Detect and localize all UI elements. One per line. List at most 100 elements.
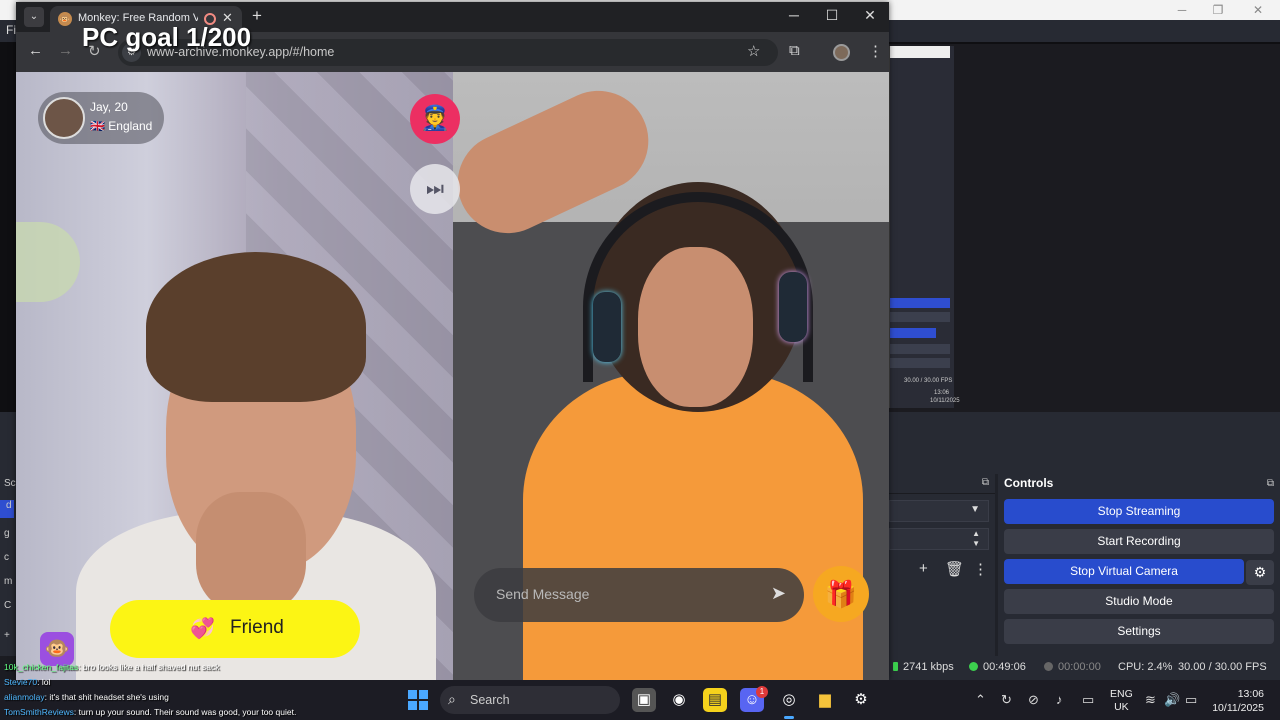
bitrate-value: 2741 kbps bbox=[903, 661, 954, 673]
clock-date: 10/11/2025 bbox=[1212, 702, 1264, 714]
sources-dock: ⧉ ▼ ▲ ▼ + 🗑 ⋮ bbox=[889, 474, 995, 656]
message-input[interactable] bbox=[496, 584, 756, 604]
headphone-left bbox=[593, 292, 621, 362]
minimize-icon[interactable]: ─ bbox=[784, 7, 804, 23]
microphone-icon[interactable]: ♪ bbox=[1056, 692, 1063, 707]
scene-item[interactable]: C bbox=[4, 600, 11, 611]
camera-off-icon[interactable]: ⊘ bbox=[1028, 692, 1039, 708]
chat-text: : it's that shit headset she's using bbox=[44, 692, 169, 702]
add-friend-button[interactable]: 💞 Friend bbox=[110, 600, 360, 658]
source-combo[interactable]: ▼ bbox=[889, 500, 989, 522]
search-icon: ⌕ bbox=[448, 691, 456, 707]
partner-country: 🇬🇧 England bbox=[90, 119, 153, 133]
bitrate-status: 2741 kbps bbox=[893, 661, 954, 673]
forward-icon[interactable]: → bbox=[58, 42, 73, 59]
virtual-camera-gear-icon[interactable]: ⚙ bbox=[1246, 560, 1274, 585]
obs-close-icon[interactable]: ✕ bbox=[1246, 2, 1270, 18]
scene-item-selected[interactable]: d bbox=[0, 500, 14, 518]
police-icon: 👮 bbox=[420, 105, 450, 132]
report-button[interactable]: 👮 bbox=[410, 94, 460, 144]
source-spinbox[interactable]: ▲ ▼ bbox=[889, 528, 989, 550]
send-icon[interactable]: ➤ bbox=[771, 583, 786, 604]
partner-profile-chip[interactable]: Jay, 20 🇬🇧 England bbox=[38, 92, 164, 144]
avatar bbox=[43, 97, 85, 139]
language-code: ENG bbox=[1110, 688, 1133, 700]
profile-avatar[interactable] bbox=[833, 44, 850, 61]
steam-icon[interactable]: ⚙ bbox=[849, 688, 873, 712]
cpu-status: CPU: 2.4% bbox=[1118, 661, 1173, 673]
chat-message: 10k_chicken_fajitas: bro looks like a ha… bbox=[4, 662, 219, 672]
dock-float-icon[interactable]: ⧉ bbox=[982, 477, 989, 488]
person-shirt bbox=[523, 372, 863, 680]
obs-statusbar: 2741 kbps 00:49:06 00:00:00 CPU: 2.4% 30… bbox=[889, 656, 1280, 680]
lamp bbox=[16, 222, 80, 302]
chrome-icon[interactable]: ◎ bbox=[777, 688, 801, 719]
discord-notification-badge: 1 bbox=[756, 686, 768, 698]
monkey-favicon-icon: 🐵 bbox=[58, 12, 72, 26]
maximize-icon[interactable]: ☐ bbox=[822, 7, 842, 24]
mini-time: 13:06 bbox=[934, 390, 950, 396]
windows-start-icon[interactable] bbox=[408, 690, 428, 710]
obs-app-icon[interactable]: ◉ bbox=[667, 688, 691, 712]
refresh-tray-icon[interactable]: ↻ bbox=[1001, 692, 1012, 708]
settings-button[interactable]: Settings bbox=[1004, 619, 1274, 644]
gift-button[interactable]: 🎁 bbox=[813, 566, 869, 622]
chat-message: Stevie70: lol bbox=[4, 677, 50, 687]
chevron-up-icon[interactable]: ⌃ bbox=[975, 692, 986, 708]
stream-goal-overlay: PC goal 1/200 bbox=[82, 22, 252, 52]
obs-minimize-icon[interactable]: ─ bbox=[1170, 2, 1194, 18]
chat-user: Stevie70 bbox=[4, 677, 38, 687]
stream-chat-overlay: 10k_chicken_fajitas: bro looks like a ha… bbox=[0, 660, 310, 720]
taskbar-search-label: Search bbox=[470, 693, 510, 707]
studio-mode-button[interactable]: Studio Mode bbox=[1004, 589, 1274, 614]
clock[interactable]: 13:06 10/11/2025 bbox=[1206, 687, 1264, 715]
wifi-icon[interactable]: ≋ bbox=[1145, 692, 1156, 708]
stop-virtual-camera-button[interactable]: Stop Virtual Camera bbox=[1004, 559, 1244, 584]
language-indicator[interactable]: ENG UK bbox=[1110, 688, 1133, 714]
mini-window-bar bbox=[890, 46, 950, 58]
file-explorer-icon[interactable]: ▆ bbox=[813, 688, 837, 712]
start-tile bbox=[408, 701, 417, 710]
headphone-right bbox=[779, 272, 807, 342]
more-icon[interactable]: ⋮ bbox=[973, 560, 988, 578]
mini-controls-studio-mode bbox=[890, 344, 950, 354]
mini-controls-virtual-camera bbox=[890, 328, 936, 338]
scene-item[interactable]: g bbox=[4, 528, 10, 539]
stepper-icon[interactable]: ▲ ▼ bbox=[972, 529, 980, 549]
back-icon[interactable]: ← bbox=[28, 42, 43, 59]
star-icon[interactable]: ☆ bbox=[747, 42, 760, 60]
menu-icon[interactable]: ⋮ bbox=[868, 42, 883, 60]
chrome-window: ⌄ 🐵 Monkey: Free Random Vide ✕ + ─ ☐ ✕ ←… bbox=[16, 2, 889, 680]
add-scene-icon[interactable]: + bbox=[4, 630, 10, 641]
new-tab-icon[interactable]: + bbox=[252, 6, 262, 26]
add-icon[interactable]: + bbox=[919, 560, 928, 577]
chat-user: TomSmithReviews bbox=[4, 707, 74, 717]
scenes-dock-title-fragment: Sc bbox=[4, 478, 16, 489]
chat-user: alianmolay bbox=[4, 692, 45, 702]
screen-icon[interactable]: ▭ bbox=[1082, 692, 1094, 708]
start-tile bbox=[419, 690, 428, 699]
obs-mini-preview: 30.00 / 30.00 FPS 13:06 10/11/2025 bbox=[889, 46, 960, 408]
task-view-icon[interactable]: ▣ bbox=[632, 688, 656, 712]
battery-icon[interactable]: ▭ bbox=[1185, 692, 1197, 708]
extensions-icon[interactable]: ⧉ bbox=[789, 42, 800, 59]
start-recording-button[interactable]: Start Recording bbox=[1004, 529, 1274, 554]
chat-text: : bro looks like a half shaved nut sack bbox=[78, 662, 220, 672]
taskbar-search[interactable]: ⌕ Search bbox=[440, 686, 620, 714]
sticky-notes-icon[interactable]: ▤ bbox=[703, 688, 727, 712]
obs-maximize-icon[interactable]: ❐ bbox=[1206, 2, 1230, 18]
skip-button[interactable]: ⏭ bbox=[410, 164, 460, 214]
mini-controls-stop-streaming bbox=[890, 298, 950, 308]
volume-icon[interactable]: 🔊 bbox=[1164, 692, 1180, 708]
dock-float-icon[interactable]: ⧉ bbox=[1267, 478, 1274, 489]
trash-icon[interactable]: 🗑 bbox=[945, 560, 964, 578]
person-hand bbox=[196, 492, 306, 612]
tab-search-icon[interactable]: ⌄ bbox=[24, 7, 44, 27]
stop-streaming-button[interactable]: Stop Streaming bbox=[1004, 499, 1274, 524]
close-icon[interactable]: ✕ bbox=[860, 7, 880, 24]
scene-item[interactable]: c bbox=[4, 552, 9, 563]
chevron-down-icon: ▼ bbox=[970, 504, 980, 515]
chat-message: alianmolay: it's that shit headset she's… bbox=[4, 692, 169, 702]
mini-controls-settings bbox=[890, 358, 950, 368]
scene-item[interactable]: m bbox=[4, 576, 12, 587]
